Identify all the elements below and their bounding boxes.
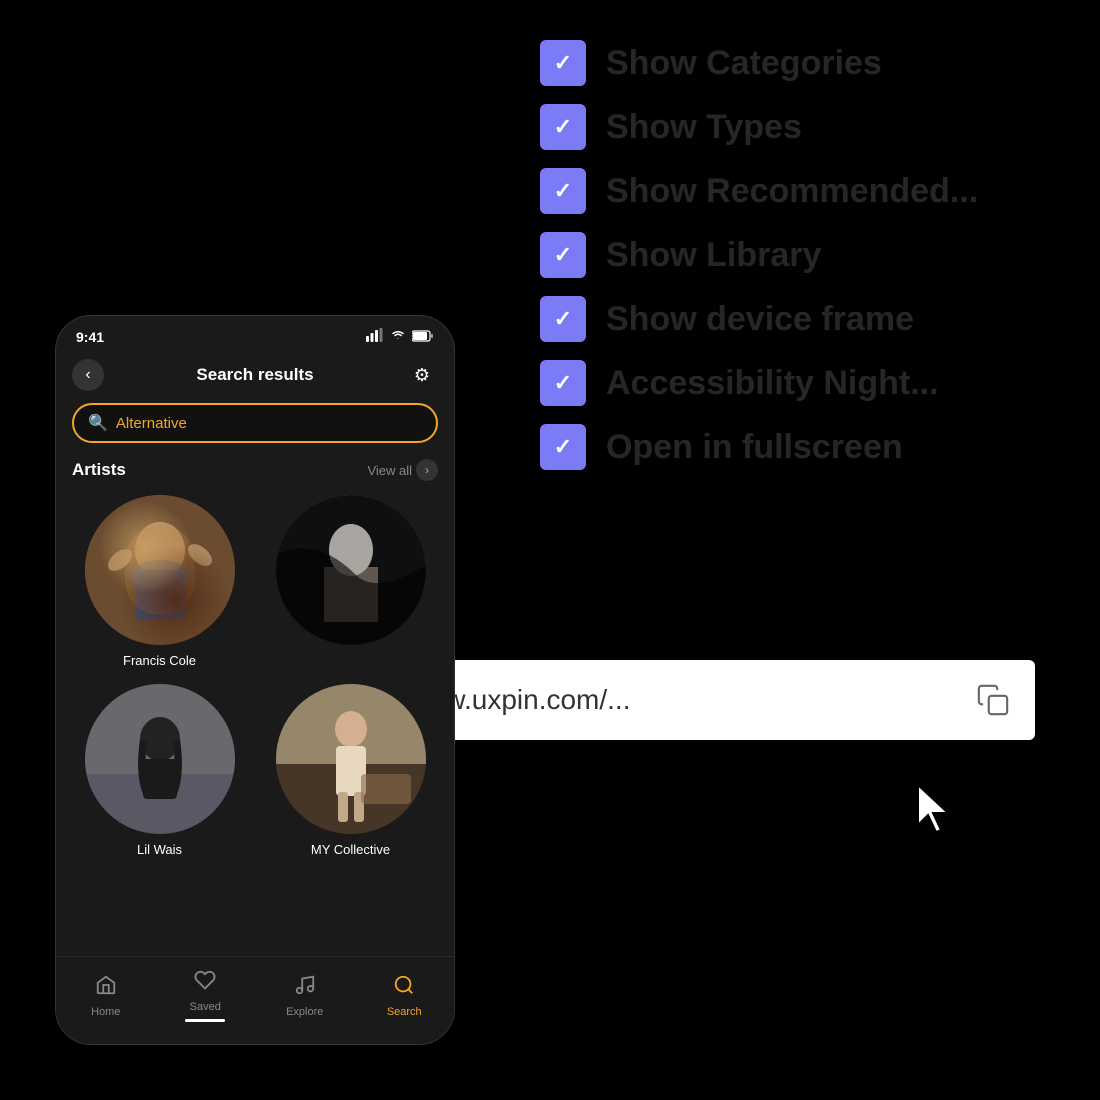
search-icon: 🔍: [88, 413, 108, 433]
nav-saved-label: Saved: [190, 1001, 221, 1013]
checkbox-1[interactable]: [540, 40, 586, 86]
nav-search[interactable]: Search: [355, 974, 455, 1018]
search-value: Alternative: [116, 415, 187, 432]
artists-section: Artists View all ›: [56, 459, 454, 857]
explore-icon: [294, 974, 316, 1002]
status-icons: [366, 328, 434, 345]
search-nav-icon: [393, 974, 415, 1002]
artist-name-my-collective: MY Collective: [311, 842, 390, 857]
status-time: 9:41: [76, 329, 104, 345]
checklist-item-5[interactable]: Show device frame: [540, 296, 1040, 342]
nav-explore-label: Explore: [286, 1006, 323, 1018]
settings-button[interactable]: ⚙: [406, 359, 438, 391]
status-bar: 9:41: [56, 316, 454, 351]
checkbox-5[interactable]: [540, 296, 586, 342]
view-all-arrow-icon: ›: [416, 459, 438, 481]
artist-item-lil-wais[interactable]: Lil Wais: [72, 684, 247, 857]
checklist-label-4: Show Library: [606, 236, 821, 275]
artists-header: Artists View all ›: [72, 459, 438, 481]
nav-saved-indicator: [185, 1019, 225, 1022]
checklist-panel: Show Categories Show Types Show Recommen…: [540, 40, 1040, 488]
page-title: Search results: [196, 365, 313, 385]
avatar-francis-cole: [85, 495, 235, 645]
signal-icon: [366, 328, 384, 345]
mouse-cursor: [910, 780, 960, 840]
nav-search-label: Search: [387, 1006, 422, 1018]
checklist-item-3[interactable]: Show Recommended...: [540, 168, 1040, 214]
artist-item-my-collective[interactable]: MY Collective: [263, 684, 438, 857]
nav-home-label: Home: [91, 1006, 120, 1018]
copy-icon[interactable]: [971, 678, 1015, 722]
battery-icon: [412, 329, 434, 345]
phone-mockup: 9:41: [55, 315, 455, 1045]
home-icon: [95, 974, 117, 1002]
checklist-label-5: Show device frame: [606, 300, 914, 339]
checklist-item-7[interactable]: Open in fullscreen: [540, 424, 1040, 470]
artist-item-francis-cole[interactable]: Francis Cole: [72, 495, 247, 668]
wifi-icon: [390, 328, 406, 345]
checklist-label-2: Show Types: [606, 108, 802, 147]
checklist-item-4[interactable]: Show Library: [540, 232, 1040, 278]
checklist-label-3: Show Recommended...: [606, 172, 978, 211]
nav-saved[interactable]: Saved: [156, 969, 256, 1022]
avatar-my-collective: [276, 684, 426, 834]
artist-name-lil-wais: Lil Wais: [137, 842, 182, 857]
nav-home[interactable]: Home: [56, 974, 156, 1018]
artist-item-2[interactable]: [263, 495, 438, 668]
artists-label: Artists: [72, 460, 126, 480]
avatar-lil-wais: [85, 684, 235, 834]
checkbox-3[interactable]: [540, 168, 586, 214]
back-button[interactable]: ‹: [72, 359, 104, 391]
checklist-label-6: Accessibility Night...: [606, 364, 939, 403]
avatar-artist-2: [276, 495, 426, 645]
checklist-item-6[interactable]: Accessibility Night...: [540, 360, 1040, 406]
search-bar[interactable]: 🔍 Alternative: [72, 403, 438, 443]
view-all-button[interactable]: View all ›: [367, 459, 438, 481]
checkbox-7[interactable]: [540, 424, 586, 470]
phone-header: ‹ Search results ⚙: [56, 351, 454, 403]
checklist-label-1: Show Categories: [606, 44, 882, 83]
nav-explore[interactable]: Explore: [255, 974, 355, 1018]
saved-icon: [194, 969, 216, 997]
checklist-item-1[interactable]: Show Categories: [540, 40, 1040, 86]
bottom-nav: Home Saved Explore: [56, 956, 454, 1044]
view-all-text: View all: [367, 463, 412, 478]
checkbox-6[interactable]: [540, 360, 586, 406]
checkbox-4[interactable]: [540, 232, 586, 278]
checklist-label-7: Open in fullscreen: [606, 428, 903, 467]
artist-name-francis-cole: Francis Cole: [123, 653, 196, 668]
checkbox-2[interactable]: [540, 104, 586, 150]
artists-grid: Francis Cole: [72, 495, 438, 857]
checklist-item-2[interactable]: Show Types: [540, 104, 1040, 150]
